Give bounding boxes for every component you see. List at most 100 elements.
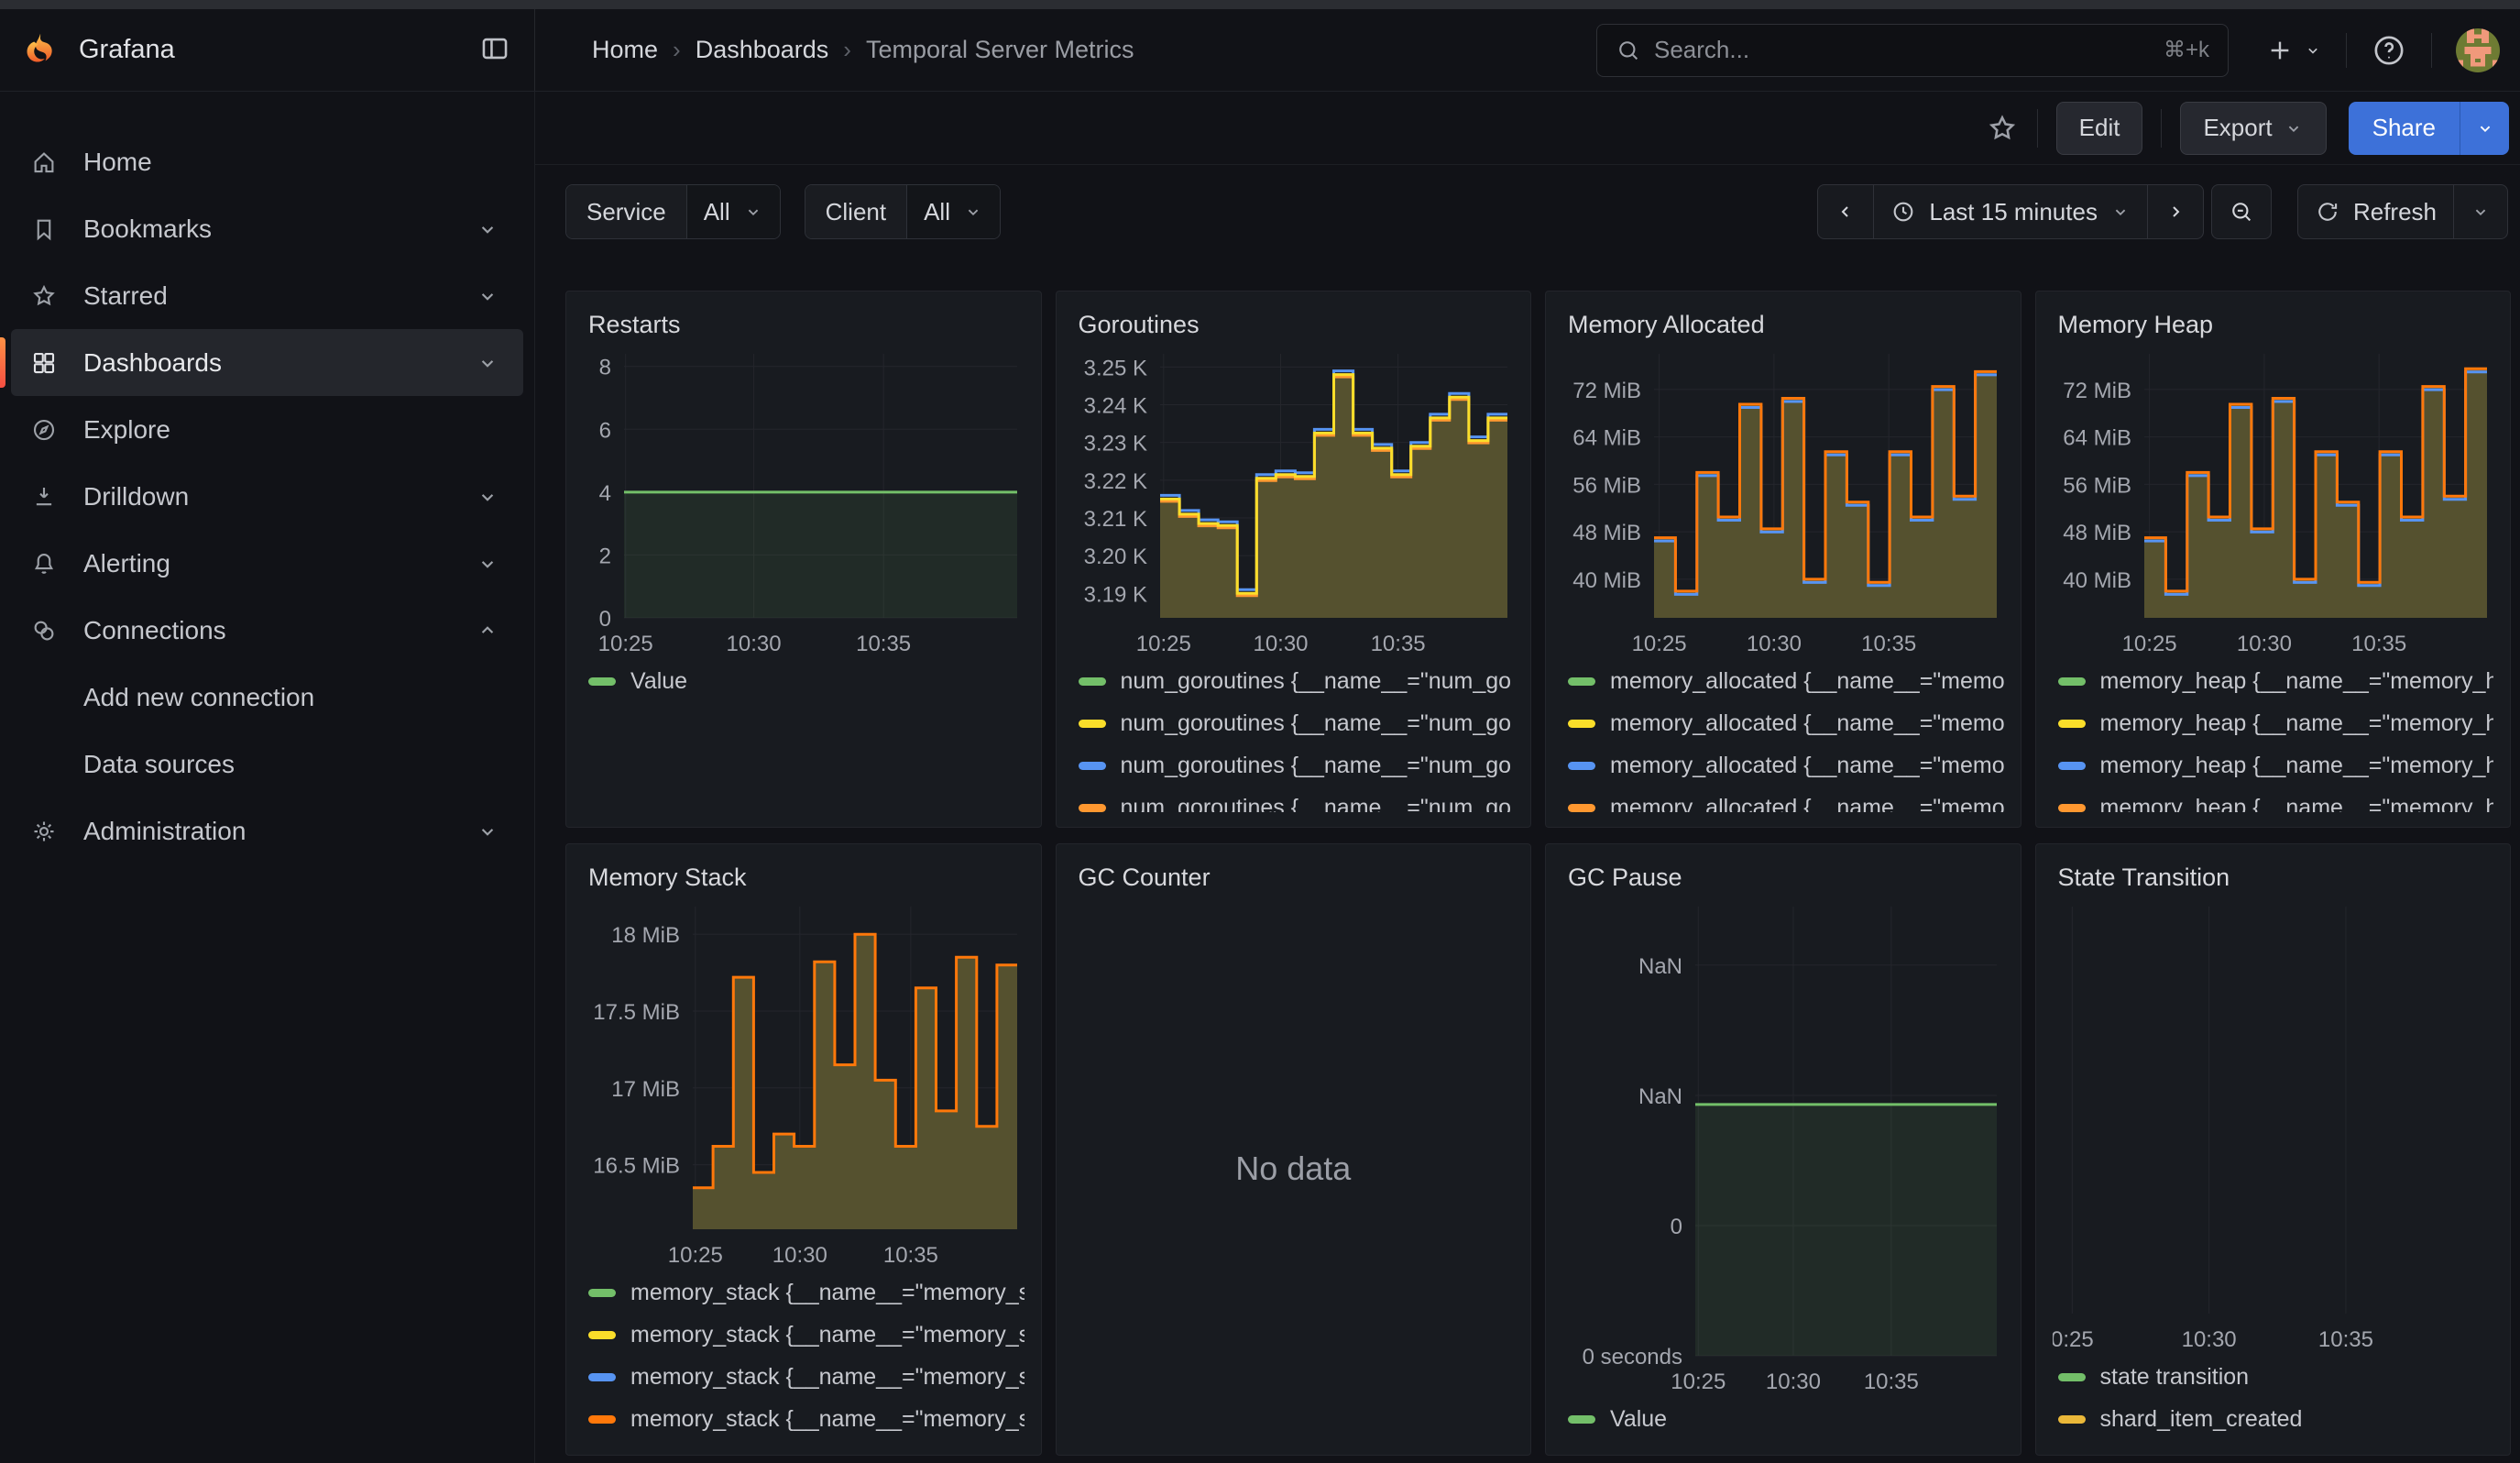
variable-service-selected: All <box>704 198 730 226</box>
legend-swatch <box>2058 1373 2086 1381</box>
panel-memory-heap: Memory Heap 40 MiB48 MiB56 MiB64 MiB72 M… <box>2035 291 2512 828</box>
legend-swatch <box>2058 1415 2086 1424</box>
panel-title[interactable]: Memory Stack <box>583 857 1024 897</box>
dock-sidebar-icon[interactable] <box>479 33 510 67</box>
sidebar-item-connections[interactable]: Connections <box>11 597 523 664</box>
sidebar-item-explore[interactable]: Explore <box>11 396 523 463</box>
panel-title[interactable]: Memory Heap <box>2053 304 2494 345</box>
breadcrumb-separator: › <box>673 36 681 64</box>
svg-text:3.22 K: 3.22 K <box>1083 469 1146 494</box>
favorite-star-button[interactable] <box>1986 112 2019 145</box>
panel-title[interactable]: State Transition <box>2053 857 2494 897</box>
chevron-down-icon[interactable] <box>476 217 499 241</box>
time-forward-button[interactable] <box>2147 185 2203 238</box>
breadcrumb-dashboards[interactable]: Dashboards <box>696 36 829 64</box>
legend-item[interactable]: num_goroutines {__name__="num_go <box>1079 786 1515 812</box>
sidebar-item-dashboards[interactable]: Dashboards <box>11 329 523 396</box>
legend-item[interactable]: shard_item_created <box>2058 1398 2494 1440</box>
refresh-interval-button[interactable] <box>2453 185 2507 238</box>
time-back-button[interactable] <box>1818 185 1873 238</box>
app-header: Grafana Home › Dashboards › Temporal Ser… <box>0 9 2520 92</box>
chevron-down-icon <box>2304 41 2322 60</box>
legend-item[interactable]: memory_heap {__name__="memory_h <box>2058 744 2494 786</box>
legend-item[interactable]: num_goroutines {__name__="num_go <box>1079 702 1515 744</box>
legend-swatch <box>2058 677 2086 686</box>
svg-text:3.23 K: 3.23 K <box>1083 432 1146 456</box>
panel-title[interactable]: GC Counter <box>1073 857 1515 897</box>
legend-item[interactable]: memory_allocated {__name__="memo <box>1568 702 2004 744</box>
variable-service-value[interactable]: All <box>687 185 780 238</box>
legend-item[interactable]: Value <box>1568 1398 2004 1440</box>
legend-item[interactable]: memory_heap {__name__="memory_h <box>2058 660 2494 702</box>
search-field[interactable] <box>1654 36 2151 64</box>
edit-button[interactable]: Edit <box>2056 102 2143 155</box>
chevron-down-icon[interactable] <box>476 485 499 509</box>
legend-item[interactable]: memory_stack {__name__="memory_s <box>588 1271 1024 1314</box>
legend-item[interactable]: memory_allocated {__name__="memo <box>1568 660 2004 702</box>
sidebar-item-starred[interactable]: Starred <box>11 262 523 329</box>
help-icon[interactable] <box>2371 32 2407 69</box>
legend-swatch <box>588 1289 616 1297</box>
share-dropdown-button[interactable] <box>2460 102 2509 155</box>
time-range-picker[interactable]: Last 15 minutes <box>1873 185 2147 238</box>
sidebar-item-add-new-connection[interactable]: Add new connection <box>11 664 523 731</box>
legend-swatch <box>2058 804 2086 812</box>
panel-title[interactable]: Memory Allocated <box>1562 304 2004 345</box>
svg-text:3.21 K: 3.21 K <box>1083 507 1146 532</box>
sidebar-item-label: Dashboards <box>83 348 222 378</box>
panel-title[interactable]: Restarts <box>583 304 1024 345</box>
svg-text:10:35: 10:35 <box>1864 1370 1919 1394</box>
share-button[interactable]: Share <box>2349 102 2460 155</box>
sidebar-item-drilldown[interactable]: Drilldown <box>11 463 523 530</box>
sidebar-item-label: Data sources <box>83 750 235 779</box>
chevron-down-icon[interactable] <box>476 351 499 375</box>
legend-item[interactable]: state transition <box>2058 1356 2494 1398</box>
legend-label: memory_allocated {__name__="memo <box>1610 668 2004 695</box>
legend-item[interactable]: memory_allocated {__name__="memo <box>1568 786 2004 812</box>
active-indicator <box>0 337 5 388</box>
legend-item[interactable]: num_goroutines {__name__="num_go <box>1079 744 1515 786</box>
chevron-down-icon[interactable] <box>476 820 499 843</box>
legend-item[interactable]: memory_stack {__name__="memory_s <box>588 1356 1024 1398</box>
svg-text:3.19 K: 3.19 K <box>1083 582 1146 607</box>
svg-text:48 MiB: 48 MiB <box>2063 521 2131 545</box>
search-input[interactable]: ⌘+k <box>1596 24 2229 77</box>
legend-item[interactable]: Value <box>588 660 1024 702</box>
svg-text:17.5 MiB: 17.5 MiB <box>593 1000 680 1025</box>
sidebar-item-alerting[interactable]: Alerting <box>11 530 523 597</box>
chevron-down-icon <box>2471 202 2491 222</box>
header-brand: Grafana <box>0 9 535 91</box>
refresh-button[interactable]: Refresh <box>2298 185 2453 238</box>
legend-item[interactable]: num_goroutines {__name__="num_go <box>1079 660 1515 702</box>
legend: num_goroutines {__name__="num_gonum_goro… <box>1073 660 1515 812</box>
legend-item[interactable]: memory_stack {__name__="memory_s <box>588 1314 1024 1356</box>
legend-swatch <box>1079 677 1106 686</box>
chevron-down-icon[interactable] <box>476 284 499 308</box>
svg-text:10:25: 10:25 <box>598 632 653 656</box>
sidebar-item-bookmarks[interactable]: Bookmarks <box>11 195 523 262</box>
panel-title[interactable]: Goroutines <box>1073 304 1515 345</box>
user-avatar[interactable] <box>2456 28 2500 72</box>
legend-item[interactable]: memory_allocated {__name__="memo <box>1568 744 2004 786</box>
svg-text:3.24 K: 3.24 K <box>1083 394 1146 419</box>
legend-item[interactable]: memory_stack {__name__="memory_s <box>588 1398 1024 1440</box>
variable-client-value[interactable]: All <box>907 185 1000 238</box>
legend-item[interactable]: memory_heap {__name__="memory_h <box>2058 702 2494 744</box>
window-top-strip <box>0 0 2520 9</box>
export-button[interactable]: Export <box>2180 102 2326 155</box>
variable-client-selected: All <box>924 198 950 226</box>
sidebar-item-data-sources[interactable]: Data sources <box>11 731 523 798</box>
panel-title[interactable]: GC Pause <box>1562 857 2004 897</box>
chart-memory-heap: 40 MiB48 MiB56 MiB64 MiB72 MiB10:2510:30… <box>2053 345 2494 660</box>
zoom-out-button[interactable] <box>2212 185 2271 238</box>
chevron-down-icon[interactable] <box>476 552 499 576</box>
add-new-button[interactable] <box>2265 36 2322 65</box>
sidebar-item-home[interactable]: Home <box>11 128 523 195</box>
chart-memory-stack: 16.5 MiB17 MiB17.5 MiB18 MiB10:2510:3010… <box>583 897 1024 1271</box>
legend-item[interactable]: memory_heap {__name__="memory_h <box>2058 786 2494 812</box>
home-icon <box>30 148 58 176</box>
chevron-up-icon[interactable] <box>476 619 499 643</box>
dashboard-toolbar: Edit Export Share <box>535 92 2520 165</box>
sidebar-item-administration[interactable]: Administration <box>11 798 523 864</box>
breadcrumb-home[interactable]: Home <box>592 36 658 64</box>
